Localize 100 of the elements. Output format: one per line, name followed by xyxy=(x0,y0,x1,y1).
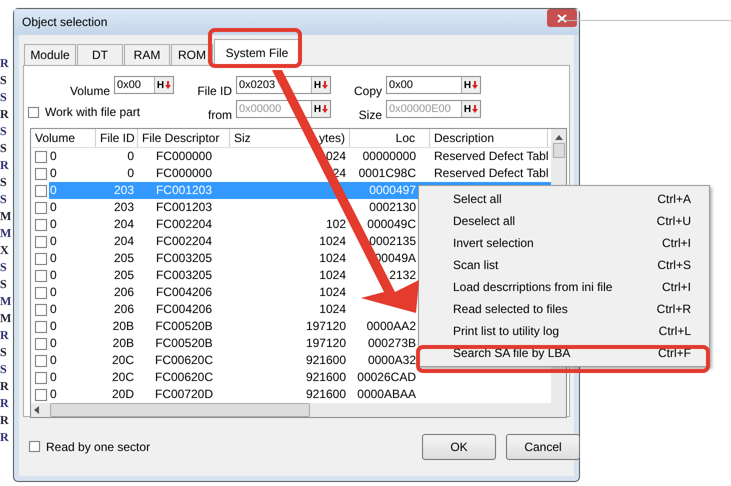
hex-button[interactable]: H xyxy=(311,77,330,93)
table-cell-text: 197120 xyxy=(304,335,347,352)
row-checkbox[interactable] xyxy=(35,150,47,162)
table-cell-text: 0 xyxy=(49,318,58,335)
table-cell-text: 0002130 xyxy=(368,199,417,216)
table-cell-text: FC004206 xyxy=(154,301,214,318)
background-letter: R xyxy=(0,157,10,174)
table-cell-text: 206 xyxy=(112,301,135,318)
background-letter: S xyxy=(0,361,8,378)
table-cell-text: FC001203 xyxy=(154,182,214,199)
column-header[interactable]: Volume xyxy=(31,129,96,147)
table-cell-text: 204 xyxy=(112,216,135,233)
hex-input-field[interactable]: 0x00 H xyxy=(114,76,174,94)
tab[interactable]: DT xyxy=(77,44,123,65)
arrow-down-icon xyxy=(472,81,478,89)
checkbox[interactable] xyxy=(29,441,40,452)
arrow-down-icon xyxy=(322,105,328,113)
row-checkbox[interactable] xyxy=(35,388,47,400)
ok-button[interactable]: OK xyxy=(422,434,496,460)
menu-item[interactable]: Read selected to files Ctrl+R xyxy=(419,298,709,320)
background-letter: M xyxy=(0,208,12,225)
background-letter: S xyxy=(0,191,8,208)
field-label: File ID xyxy=(197,84,232,98)
background-letter: R xyxy=(0,412,10,429)
table-row[interactable]: 0 20C FC00620C 921600 00026CAD xyxy=(49,369,551,386)
table-cell-text: 0000A32 xyxy=(366,352,417,369)
column-header[interactable]: Description xyxy=(430,129,548,147)
table-cell-text: Reserved Defect Tabl xyxy=(433,165,548,182)
cancel-button[interactable]: Cancel xyxy=(506,434,580,460)
tab[interactable]: ROM xyxy=(171,44,213,65)
row-checkbox[interactable] xyxy=(35,304,47,316)
table-cell-text: 0 xyxy=(49,352,58,369)
row-checkbox[interactable] xyxy=(35,320,47,332)
field-label: from xyxy=(208,108,232,122)
row-checkbox[interactable] xyxy=(35,218,47,230)
hex-button[interactable]: H xyxy=(461,77,480,93)
table-cell-text: 1024 xyxy=(318,284,347,301)
row-checkbox[interactable] xyxy=(35,202,47,214)
row-checkbox[interactable] xyxy=(35,354,47,366)
table-cell-text: 203 xyxy=(112,182,135,199)
column-header[interactable]: File ID xyxy=(96,129,138,147)
table-cell-text: FC000000 xyxy=(154,148,214,165)
row-checkbox[interactable] xyxy=(35,168,47,180)
field-label: Volume xyxy=(70,84,110,98)
table-cell-text: 20C xyxy=(110,369,135,386)
scroll-thumb[interactable] xyxy=(552,143,564,158)
table-cell-text: FC003205 xyxy=(154,250,214,267)
background-letter: M xyxy=(0,310,12,327)
column-header[interactable]: Loc xyxy=(350,129,430,147)
scroll-thumb[interactable] xyxy=(50,403,310,417)
table-cell-text: 000273B xyxy=(366,335,417,352)
scroll-left-icon xyxy=(34,406,40,414)
table-cell-text: 0000AA2 xyxy=(366,318,417,335)
background-letter: R xyxy=(0,55,10,72)
menu-item[interactable]: Deselect all Ctrl+U xyxy=(419,210,709,232)
background-letter: S xyxy=(0,344,8,361)
table-row[interactable]: 0 20D FC00720D 921600 0000ABAA xyxy=(49,386,551,403)
table-cell-text: 20B xyxy=(112,318,135,335)
table-cell-text: 000049C xyxy=(366,216,417,233)
table-cell-text: 00026CAD xyxy=(356,369,417,386)
row-checkbox[interactable] xyxy=(35,184,47,196)
tab[interactable]: RAM xyxy=(124,44,170,65)
table-cell-text: 0 xyxy=(49,233,58,250)
tab[interactable]: Module xyxy=(24,44,76,65)
background-letter: R xyxy=(0,395,10,412)
row-checkbox[interactable] xyxy=(35,286,47,298)
row-checkbox[interactable] xyxy=(35,270,47,282)
table-cell-text: 20C xyxy=(110,352,135,369)
menu-item[interactable]: Load descrriptions from ini file Ctrl+I xyxy=(419,276,709,298)
tab[interactable]: System File xyxy=(214,39,300,66)
column-header[interactable]: File Descriptor xyxy=(138,129,230,147)
table-cell-text: 102 xyxy=(324,216,347,233)
table-cell-text: FC00620C xyxy=(154,352,214,369)
table-cell-text: 0 xyxy=(49,301,58,318)
background-letter: S xyxy=(0,123,8,140)
hex-input-field[interactable]: 0x00 H xyxy=(386,76,481,94)
menu-item[interactable]: Invert selection Ctrl+I xyxy=(419,232,709,254)
table-cell-text: FC002204 xyxy=(154,233,214,250)
menu-item[interactable]: Print list to utility log Ctrl+L xyxy=(419,320,709,342)
table-cell-text: 0 xyxy=(126,165,135,182)
background-letter: S xyxy=(0,259,8,276)
row-checkbox[interactable] xyxy=(35,338,47,350)
table-row[interactable]: 0 0 FC000000 024 00000000 Reserved Defect Tabl xyxy=(49,148,551,165)
table-cell-text: 921600 xyxy=(304,386,347,403)
close-button[interactable] xyxy=(547,9,577,27)
horizontal-scrollbar[interactable] xyxy=(31,403,551,417)
table-cell-text: 0 xyxy=(49,284,58,301)
row-checkbox[interactable] xyxy=(35,236,47,248)
table-cell-text: FC00520B xyxy=(154,318,214,335)
row-checkbox[interactable] xyxy=(35,252,47,264)
checkbox[interactable] xyxy=(28,106,39,118)
table-cell-text: 20B xyxy=(112,335,135,352)
menu-item[interactable]: Scan list Ctrl+S xyxy=(419,254,709,276)
table-cell-text: 0 xyxy=(49,182,58,199)
table-cell-text: FC002204 xyxy=(154,216,214,233)
row-checkbox[interactable] xyxy=(35,372,47,384)
table-cell-text: 0 xyxy=(49,369,58,386)
close-icon xyxy=(557,14,567,22)
table-cell-text: 024 xyxy=(324,148,347,165)
hex-button[interactable]: H xyxy=(154,77,173,93)
